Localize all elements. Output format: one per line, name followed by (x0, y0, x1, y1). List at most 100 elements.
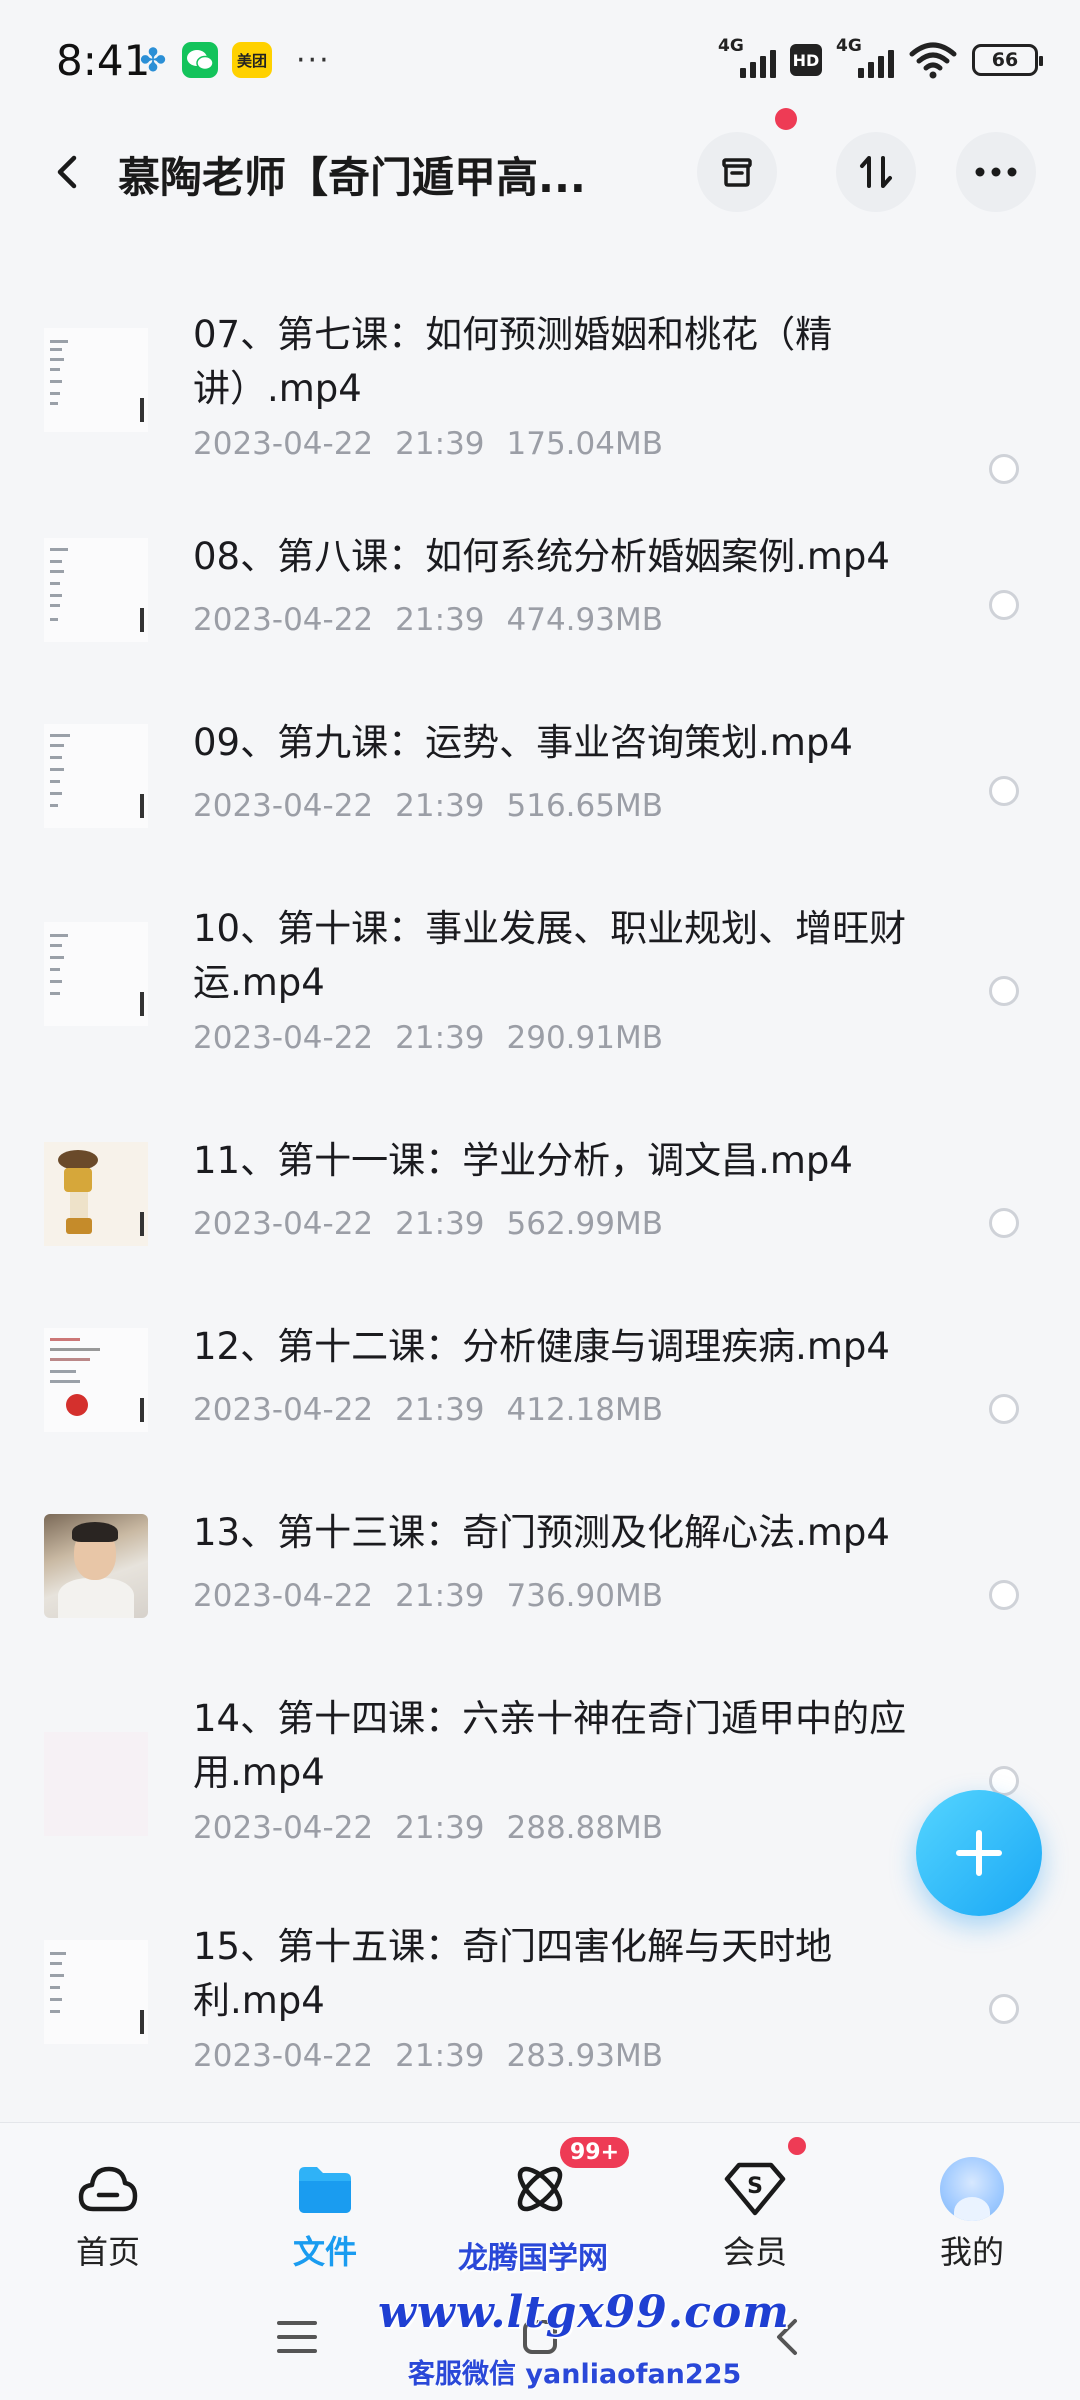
more-icon (975, 167, 1017, 177)
video-thumbnail (44, 328, 148, 432)
file-row[interactable]: 15、第十五课：奇门四害化解与天时地利.mp4 2023-04-22 21:39 2… (0, 1920, 1080, 2110)
file-row[interactable]: 09、第九课：运势、事业咨询策划.mp4 2023-04-22 21:39 516.… (0, 716, 1080, 866)
nav-files[interactable]: 文件 (245, 2123, 405, 2273)
file-date: 2023-04-22 (193, 602, 374, 638)
vip-notification-dot (788, 2137, 806, 2155)
select-checkbox[interactable] (989, 1394, 1019, 1424)
file-date: 2023-04-22 (193, 426, 374, 462)
watermark-site: www.ltgx99.com (378, 2287, 790, 2338)
status-notification-icons: ✤ 美团 ··· (138, 41, 331, 79)
select-checkbox[interactable] (989, 1208, 1019, 1238)
file-name: 10、第十课：事业发展、职业规划、增旺财运.mp4 (193, 907, 907, 1004)
file-time: 21:39 (395, 602, 485, 638)
file-meta: 2023-04-22 21:39 412.18MB (193, 1392, 685, 1428)
sort-icon (860, 156, 892, 188)
back-button[interactable] (38, 142, 98, 202)
add-button[interactable] (916, 1790, 1042, 1916)
file-name: 12、第十二课：分析健康与调理疾病.mp4 (193, 1325, 890, 1368)
cloud-home-icon (76, 2157, 140, 2221)
nav-home-label: 首页 (75, 2233, 140, 2271)
file-date: 2023-04-22 (193, 1810, 374, 1846)
file-date: 2023-04-22 (193, 1392, 374, 1428)
file-row[interactable]: 07、第七课：如何预测婚姻和桃花（精讲）.mp4 2023-04-22 21:39… (0, 308, 1080, 498)
menu-icon (277, 2321, 317, 2353)
file-row[interactable]: 10、第十课：事业发展、职业规划、增旺财运.mp4 2023-04-22 21:3… (0, 902, 1080, 1092)
file-name: 09、第九课：运势、事业咨询策划.mp4 (193, 721, 853, 764)
file-date: 2023-04-22 (193, 788, 374, 824)
file-date: 2023-04-22 (193, 1578, 374, 1614)
file-name: 11、第十一课：学业分析，调文昌.mp4 (193, 1139, 853, 1182)
select-checkbox[interactable] (989, 776, 1019, 806)
file-time: 21:39 (395, 1020, 485, 1056)
status-bar: 8:41 ✤ 美团 ··· 4G HD 4G 66 (0, 0, 1080, 120)
file-name: 14、第十四课：六亲十神在奇门遁甲中的应用.mp4 (193, 1697, 907, 1794)
video-thumbnail (44, 1940, 148, 2044)
svg-text:S: S (747, 2174, 763, 2199)
avatar (940, 2157, 1004, 2221)
select-checkbox[interactable] (989, 590, 1019, 620)
video-thumbnail (44, 724, 148, 828)
file-meta: 2023-04-22 21:39 474.93MB (193, 602, 685, 638)
archive-icon (722, 158, 752, 187)
signal-icon-2: 4G (836, 36, 894, 80)
file-date: 2023-04-22 (193, 2038, 374, 2074)
file-name: 13、第十三课：奇门预测及化解心法.mp4 (193, 1511, 890, 1554)
file-meta: 2023-04-22 21:39 288.88MB (193, 1810, 685, 1846)
file-size: 516.65MB (506, 788, 663, 824)
file-meta: 2023-04-22 21:39 562.99MB (193, 1206, 685, 1242)
folder-icon (293, 2157, 357, 2221)
file-date: 2023-04-22 (193, 1206, 374, 1242)
file-size: 175.04MB (506, 426, 663, 462)
file-size: 288.88MB (506, 1810, 663, 1846)
sort-button[interactable] (836, 132, 916, 212)
file-name: 08、第八课：如何系统分析婚姻案例.mp4 (193, 535, 890, 578)
clover-icon: ✤ (139, 41, 167, 79)
file-row[interactable]: 08、第八课：如何系统分析婚姻案例.mp4 2023-04-22 21:39 474… (0, 530, 1080, 680)
nav-profile-label: 我的 (939, 2233, 1004, 2271)
file-size: 474.93MB (506, 602, 663, 638)
recent-apps-button[interactable] (262, 2302, 332, 2372)
watermark-wechat: 客服微信 yanliaofan225 (408, 2359, 742, 2390)
file-meta: 2023-04-22 21:39 516.65MB (193, 788, 685, 824)
file-meta: 2023-04-22 21:39 736.90MB (193, 1578, 685, 1614)
archive-notification-dot (775, 108, 797, 130)
file-time: 21:39 (395, 426, 485, 462)
wechat-icon (182, 42, 218, 78)
battery-icon: 66 (972, 44, 1043, 76)
file-row[interactable]: 11、第十一课：学业分析，调文昌.mp4 2023-04-22 21:39 562.… (0, 1134, 1080, 1284)
file-time: 21:39 (395, 1206, 485, 1242)
nav-home[interactable]: 首页 (28, 2123, 188, 2273)
file-date: 2023-04-22 (193, 1020, 374, 1056)
vip-shield-icon: S (723, 2157, 787, 2221)
select-checkbox[interactable] (989, 454, 1019, 484)
select-checkbox[interactable] (989, 976, 1019, 1006)
more-notifications-icon: ··· (296, 42, 331, 78)
file-size: 283.93MB (506, 2038, 663, 2074)
file-size: 412.18MB (506, 1392, 663, 1428)
file-time: 21:39 (395, 2038, 485, 2074)
nav-vip[interactable]: S 会员 (675, 2123, 835, 2273)
file-name: 15、第十五课：奇门四害化解与天时地利.mp4 (193, 1925, 833, 2022)
file-meta: 2023-04-22 21:39 175.04MB (193, 426, 685, 462)
more-options-button[interactable] (956, 132, 1036, 212)
nav-vip-label: 会员 (722, 2233, 787, 2271)
file-size: 290.91MB (506, 1020, 663, 1056)
watermark-brand: 龙腾国学网 (458, 2241, 608, 2276)
wifi-icon (908, 40, 958, 80)
file-size: 562.99MB (506, 1206, 663, 1242)
select-checkbox[interactable] (989, 1994, 1019, 2024)
file-row[interactable]: 12、第十二课：分析健康与调理疾病.mp4 2023-04-22 21:39 412… (0, 1320, 1080, 1470)
atom-icon (508, 2157, 572, 2221)
video-thumbnail (44, 538, 148, 642)
video-thumbnail (44, 1514, 148, 1618)
video-thumbnail (44, 1732, 148, 1836)
notification-badge: 99+ (560, 2137, 630, 2168)
nav-profile[interactable]: 我的 (892, 2123, 1052, 2273)
file-time: 21:39 (395, 1392, 485, 1428)
video-thumbnail (44, 1328, 148, 1432)
select-checkbox[interactable] (989, 1580, 1019, 1610)
back-icon (57, 155, 77, 189)
file-row[interactable]: 13、第十三课：奇门预测及化解心法.mp4 2023-04-22 21:39 736… (0, 1506, 1080, 1656)
archive-button[interactable] (697, 132, 777, 212)
avatar-wrapper (940, 2157, 1004, 2221)
